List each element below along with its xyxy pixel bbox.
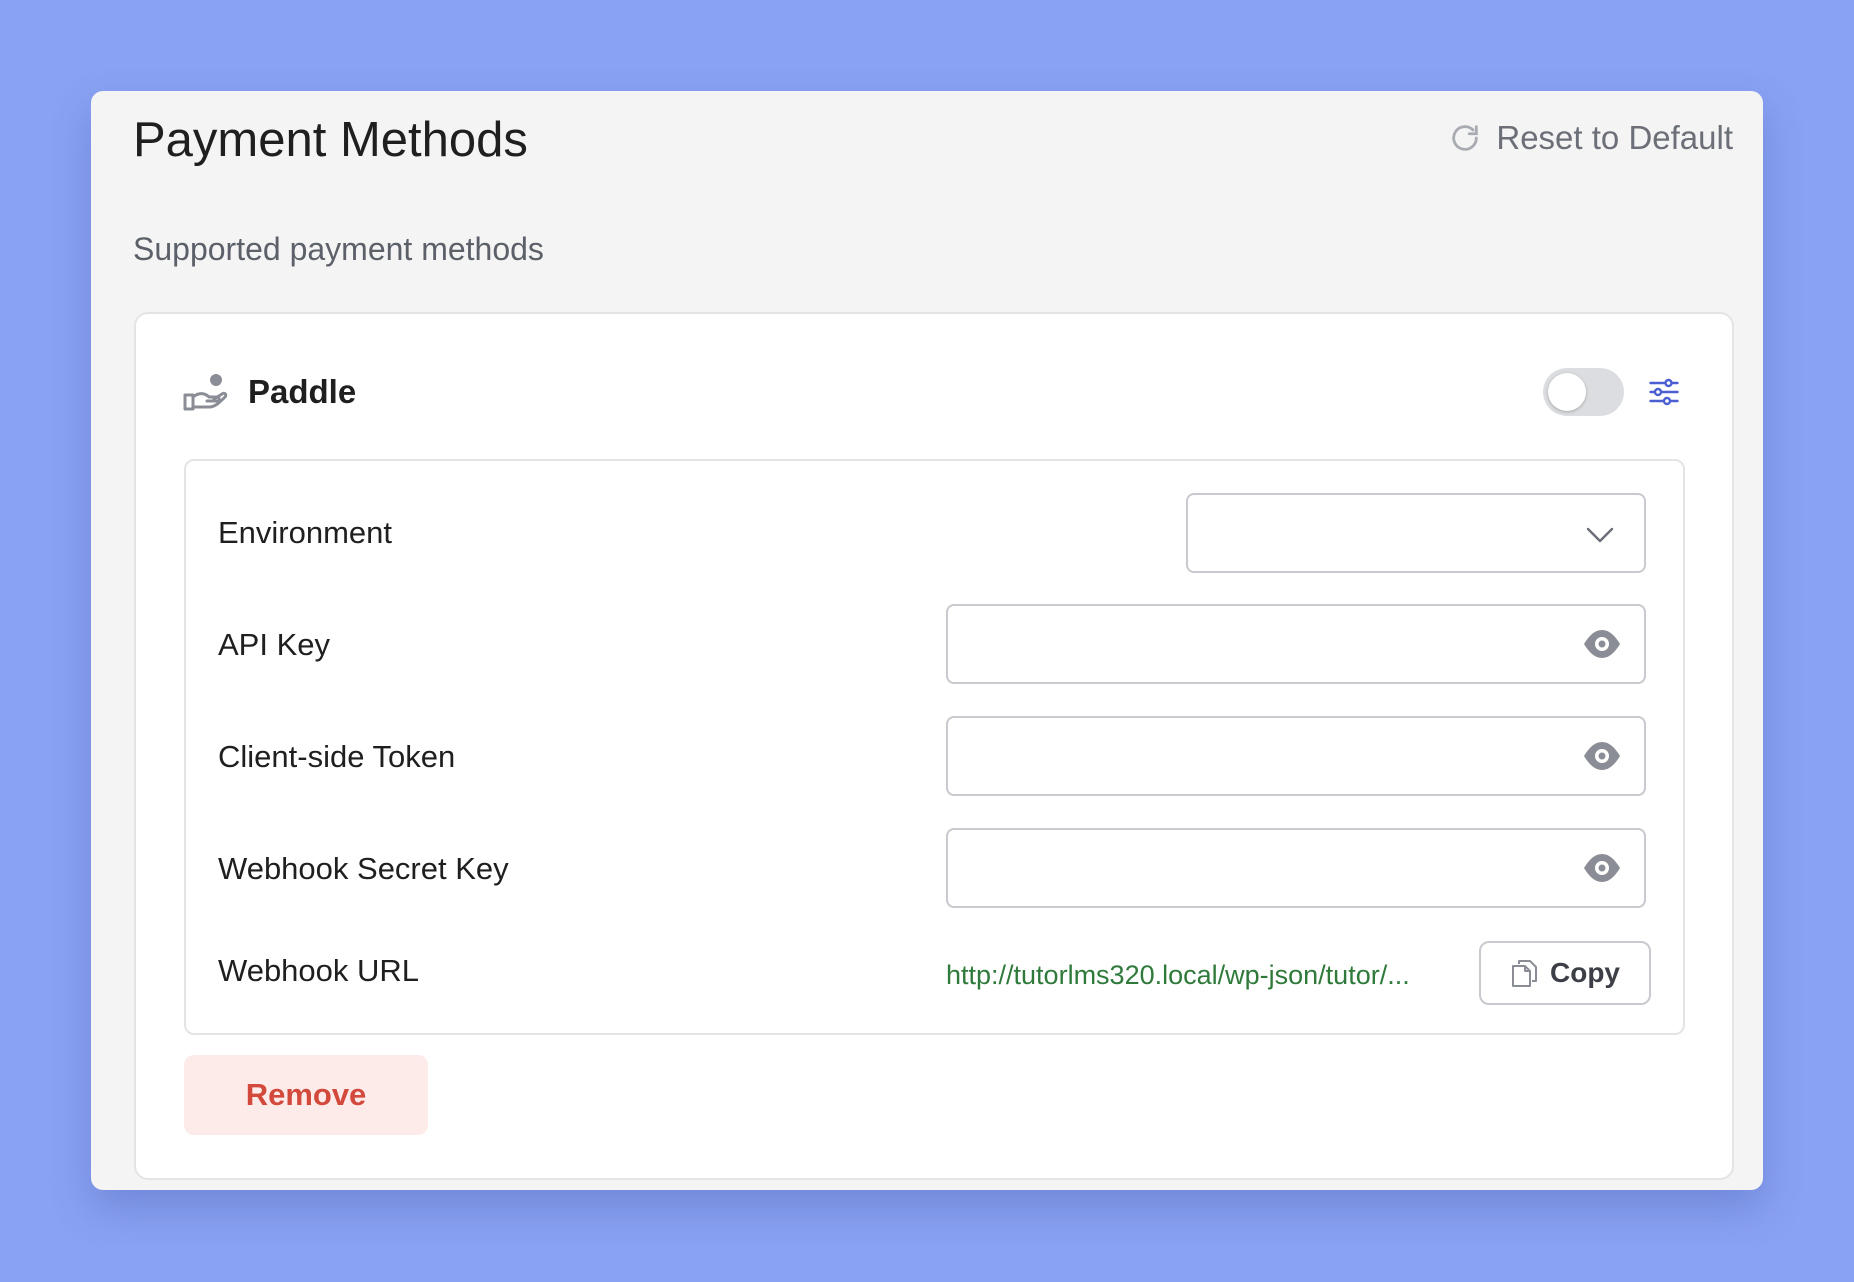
copy-webhook-url-button[interactable]: Copy [1479,941,1651,1005]
sliders-icon[interactable] [1646,374,1682,410]
reset-to-default-button[interactable]: Reset to Default [1448,119,1733,157]
method-settings-form: Environment API Key Client-side Token We… [184,459,1685,1035]
method-header: Paddle [182,364,1682,420]
eye-icon[interactable] [1582,626,1622,662]
webhook-url-label: Webhook URL [218,953,420,988]
copy-icon [1512,960,1537,987]
method-name: Paddle [248,373,357,410]
eye-icon[interactable] [1582,738,1622,774]
page-title: Payment Methods [133,113,528,167]
client-token-label: Client-side Token [218,739,456,774]
webhook-url-value: http://tutorlms320.local/wp-json/tutor/.… [946,960,1410,990]
api-key-label: API Key [218,627,330,662]
api-key-field [946,604,1646,684]
environment-label: Environment [218,515,393,550]
refresh-icon [1452,125,1479,151]
copy-label: Copy [1550,957,1620,988]
webhook-secret-field [946,828,1646,908]
environment-select[interactable] [1186,493,1646,573]
remove-method-button[interactable]: Remove [184,1055,428,1135]
reset-label: Reset to Default [1496,119,1733,156]
toggle-knob [1548,373,1586,411]
webhook-secret-label: Webhook Secret Key [218,851,509,886]
hand-coin-icon [183,374,228,411]
eye-icon[interactable] [1582,850,1622,886]
webhook-secret-input[interactable] [968,844,1548,894]
payment-method-card: Paddle Environment API Key Client-side T… [134,312,1734,1180]
chevron-down-icon [1586,527,1614,543]
client-token-field [946,716,1646,796]
client-token-input[interactable] [968,732,1548,782]
api-key-input[interactable] [968,620,1548,670]
enable-method-toggle[interactable] [1543,368,1624,416]
section-label: Supported payment methods [133,231,544,267]
payment-methods-panel: Payment Methods Reset to Default Support… [91,91,1763,1190]
